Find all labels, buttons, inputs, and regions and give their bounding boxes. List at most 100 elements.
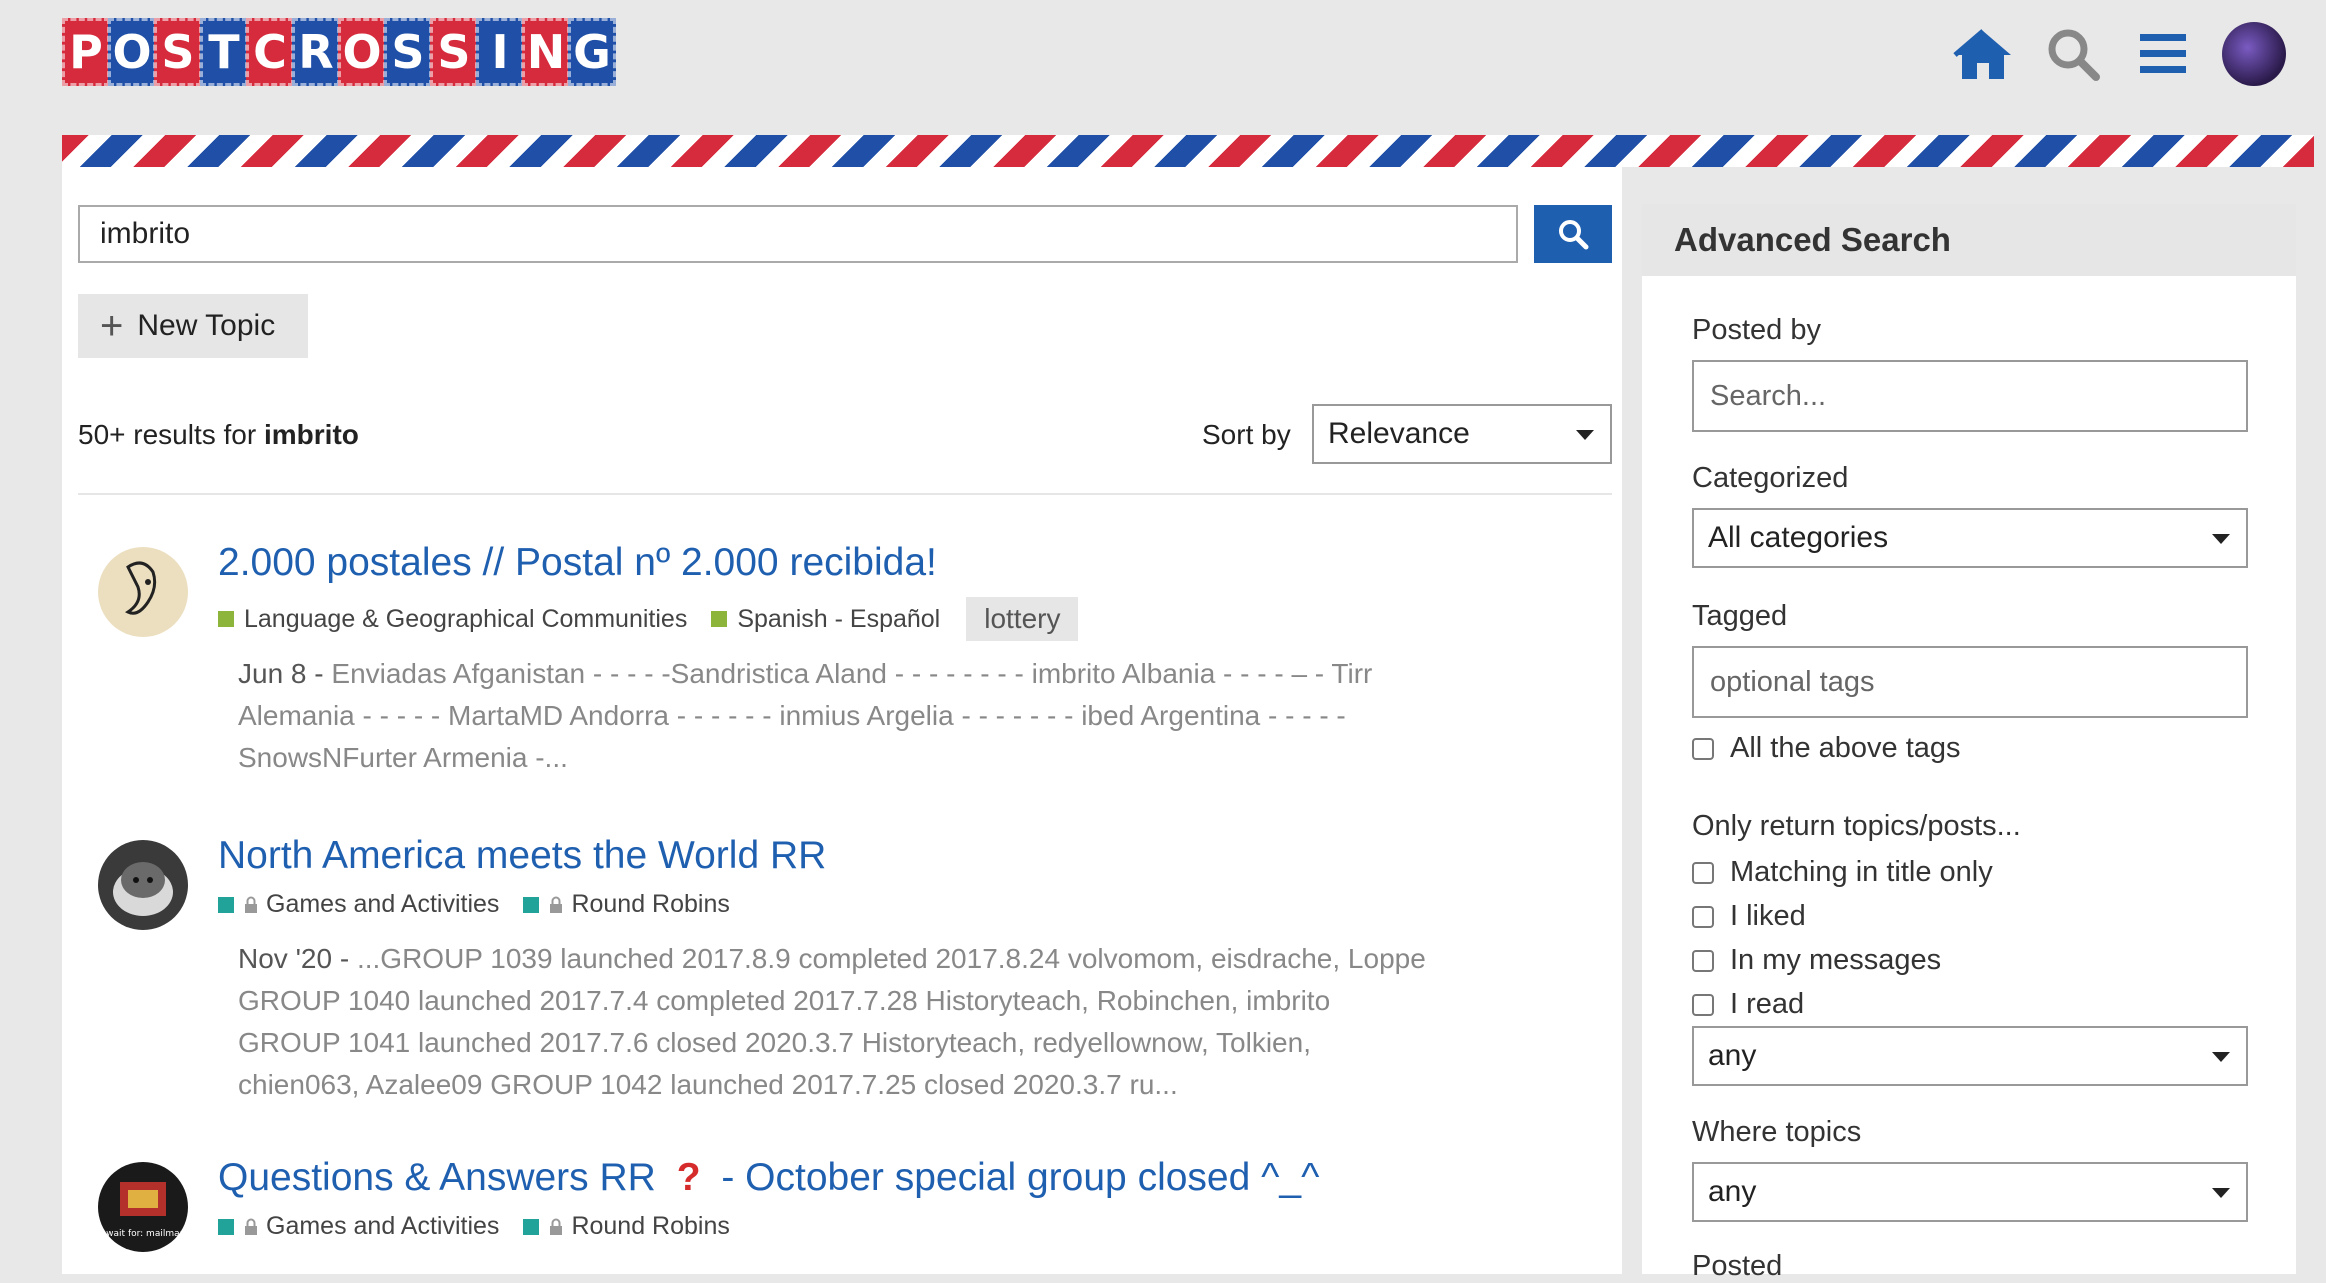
checkbox-label: I liked — [1730, 900, 1806, 932]
category-link[interactable]: Spanish - Español — [711, 605, 940, 634]
i-read-checkbox[interactable]: I read — [1692, 988, 1804, 1021]
category-link[interactable]: Round Robins — [523, 890, 730, 919]
tags-input[interactable]: optional tags — [1692, 646, 2248, 718]
result-meta: Language & Geographical Communities Span… — [218, 597, 1079, 641]
category-badge — [523, 1218, 540, 1235]
plus-icon: + — [100, 304, 124, 348]
search-icon — [1559, 220, 1589, 250]
excerpt-line: Enviadas Afganistan - - - - -Sandristica… — [331, 658, 1373, 689]
logo-letter-tile: R — [292, 18, 340, 86]
result-meta: Games and Activities Round Robins — [218, 890, 754, 919]
checkbox-box — [1692, 861, 1714, 884]
excerpt-line: GROUP 1041 launched 2017.7.6 closed 2020… — [238, 1027, 1311, 1058]
checkbox-box — [1692, 737, 1714, 760]
chevron-down-icon — [2212, 1052, 2230, 1062]
logo-letter-tile: S — [154, 18, 202, 86]
checkbox-box — [1692, 905, 1714, 928]
excerpt-line: GROUP 1040 launched 2017.7.4 completed 2… — [238, 985, 1331, 1016]
avatar[interactable] — [98, 547, 188, 637]
advanced-search-heading: Advanced Search — [1642, 204, 2296, 276]
category-badge — [218, 896, 234, 913]
logo-letter-tile: O — [108, 18, 156, 86]
lock-icon — [245, 1218, 257, 1235]
logo-letter-tile: S — [430, 18, 478, 86]
avatar[interactable]: I wait for: mailman — [98, 1162, 188, 1252]
sort-value: Relevance — [1328, 417, 1470, 450]
tags-placeholder: optional tags — [1710, 665, 1875, 698]
category-link[interactable]: Language & Geographical Communities — [218, 605, 687, 634]
search-button[interactable] — [1534, 205, 1612, 263]
where-topics-label: Where topics — [1692, 1116, 1862, 1148]
i-liked-checkbox[interactable]: I liked — [1692, 900, 1806, 933]
only-return-select-value: any — [1708, 1039, 1757, 1072]
result-excerpt: Nov '20 - ...GROUP 1039 launched 2017.8.… — [238, 938, 1538, 1106]
search-results-panel: imbrito + New Topic 50+ results for imbr… — [62, 167, 1622, 1274]
only-return-select[interactable]: any — [1692, 1026, 2248, 1086]
logo-letter-tile: P — [62, 18, 110, 86]
postcrossing-logo[interactable]: POSTCROSSING — [62, 18, 616, 92]
tagged-label: Tagged — [1692, 600, 1788, 632]
avatar[interactable] — [98, 840, 188, 930]
category-link[interactable]: Games and Activities — [218, 1212, 499, 1241]
header-icons — [1952, 22, 2286, 86]
category-label: Language & Geographical Communities — [244, 604, 688, 633]
menu-icon[interactable] — [2132, 23, 2194, 85]
new-topic-label: New Topic — [137, 309, 276, 342]
title-only-checkbox[interactable]: Matching in title only — [1692, 856, 1993, 889]
category-select[interactable]: All categories — [1692, 508, 2248, 568]
new-topic-button[interactable]: + New Topic — [78, 294, 308, 358]
home-icon[interactable] — [1952, 23, 2014, 85]
in-my-messages-checkbox[interactable]: In my messages — [1692, 944, 1941, 977]
checkbox-label: All the above tags — [1730, 732, 1961, 764]
site-header: POSTCROSSING — [0, 0, 2326, 135]
where-topics-select[interactable]: any — [1692, 1162, 2248, 1222]
result-title-link[interactable]: North America meets the World RR — [218, 834, 826, 878]
result-excerpt: Jun 8 - Enviadas Afganistan - - - - -San… — [238, 653, 1538, 779]
tag-link[interactable]: lottery — [966, 597, 1079, 641]
result-title-link[interactable]: Questions & Answers RR ? - October speci… — [218, 1156, 1319, 1200]
excerpt-line: ...GROUP 1039 launched 2017.8.9 complete… — [356, 943, 1426, 974]
result-meta: Games and Activities Round Robins — [218, 1212, 754, 1241]
results-prefix: 50+ results for — [78, 419, 257, 450]
results-count: 50+ results for imbrito — [78, 419, 359, 451]
category-badge — [711, 611, 728, 627]
excerpt-line: chien063, Azalee09 GROUP 1042 launched 2… — [238, 1069, 1178, 1100]
category-label: Round Robins — [571, 1212, 730, 1240]
category-badge — [523, 896, 540, 913]
search-input[interactable]: imbrito — [78, 205, 1518, 263]
search-icon[interactable] — [2042, 23, 2104, 85]
advanced-search-panel: Advanced Search Posted by Search... Cate… — [1642, 204, 2296, 1282]
category-select-value: All categories — [1708, 521, 1889, 554]
chevron-down-icon — [1576, 430, 1594, 440]
checkbox-box — [1692, 949, 1714, 972]
user-avatar[interactable] — [2222, 22, 2286, 86]
category-label: Spanish - Español — [737, 604, 941, 633]
checkbox-label: In my messages — [1730, 944, 1942, 976]
posted-label: Posted — [1692, 1250, 1783, 1282]
lock-icon — [245, 896, 257, 913]
category-link[interactable]: Round Robins — [523, 1212, 730, 1241]
question-mark-icon: ? — [676, 1156, 701, 1199]
only-return-label: Only return topics/posts... — [1692, 810, 2021, 842]
sort-select[interactable]: Relevance — [1312, 404, 1612, 464]
all-tags-checkbox[interactable]: All the above tags — [1692, 732, 1961, 765]
excerpt-line: SnowsNFurter Armenia -... — [238, 742, 568, 773]
logo-letter-tile: G — [568, 18, 616, 86]
posted-by-input[interactable]: Search... — [1692, 360, 2248, 432]
category-link[interactable]: Games and Activities — [218, 890, 499, 919]
results-term: imbrito — [263, 419, 359, 450]
posted-by-label: Posted by — [1692, 314, 1821, 346]
checkbox-label: Matching in title only — [1730, 856, 1993, 888]
logo-letter-tile: I — [476, 18, 524, 86]
avatar-caption: I wait for: mailman — [101, 1229, 186, 1239]
posted-by-placeholder: Search... — [1710, 379, 1827, 412]
result-date: Jun 8 — [238, 658, 307, 689]
checkbox-box — [1692, 993, 1714, 1016]
checkbox-label: I read — [1730, 988, 1805, 1020]
category-badge — [218, 1218, 234, 1235]
result-title-link[interactable]: 2.000 postales // Postal nº 2.000 recibi… — [218, 541, 937, 585]
search-query-text: imbrito — [100, 217, 191, 250]
logo-letter-tile: S — [384, 18, 432, 86]
result-title-part: Questions & Answers RR — [218, 1156, 656, 1199]
excerpt-line: Alemania - - - - - MartaMD Andorra - - -… — [238, 700, 1346, 731]
